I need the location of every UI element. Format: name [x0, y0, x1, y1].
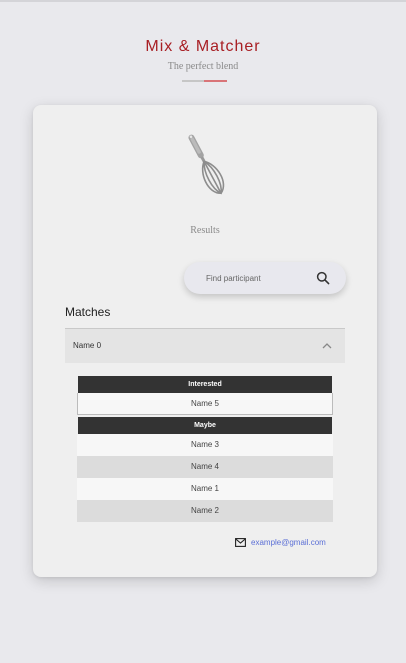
group-header-maybe: Maybe — [78, 417, 332, 434]
contact-email-link[interactable]: example@gmail.com — [251, 538, 326, 547]
group-header-interested: Interested — [78, 376, 332, 393]
accordion-participant-name: Name 0 — [73, 341, 102, 350]
whisk-icon — [188, 134, 225, 195]
chevron-up-icon[interactable] — [321, 341, 333, 351]
match-accordion-header[interactable]: Name 0 — [65, 328, 345, 363]
match-results-table: Interested Name 5 Maybe Name 3 Name 4 Na… — [77, 376, 333, 522]
table-row: Name 2 — [77, 500, 333, 522]
title-divider — [182, 80, 227, 82]
search-input[interactable] — [206, 271, 314, 286]
results-card: Results Matches Name 0 Interested Name 5… — [33, 105, 377, 577]
app-tagline: The perfect blend — [167, 61, 239, 72]
table-row: Name 1 — [77, 478, 333, 500]
results-label: Results — [190, 225, 220, 236]
table-row: Name 5 — [77, 393, 333, 415]
table-row: Name 4 — [77, 456, 333, 478]
matches-heading: Matches — [65, 305, 111, 319]
app-title: Mix & Matcher — [145, 38, 261, 55]
mail-icon — [235, 538, 246, 547]
table-row: Name 3 — [77, 434, 333, 456]
participant-search[interactable] — [184, 262, 346, 294]
top-divider — [0, 0, 406, 2]
search-icon[interactable] — [316, 271, 330, 285]
app-header: Mix & Matcher The perfect blend — [0, 38, 406, 72]
